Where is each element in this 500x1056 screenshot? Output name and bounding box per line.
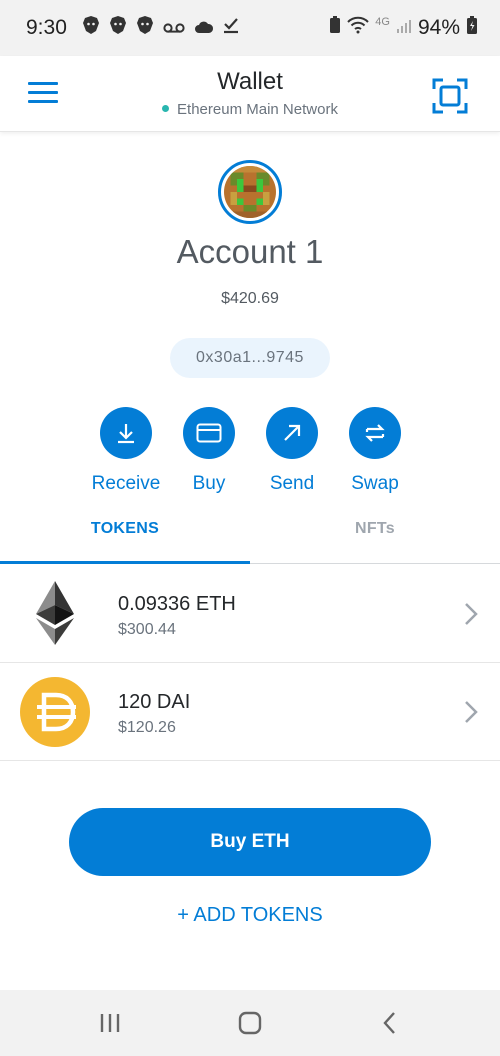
wallet-actions: Receive Buy Send Swap bbox=[0, 407, 500, 497]
account-balance: $420.69 bbox=[221, 290, 279, 307]
send-label: Send bbox=[269, 473, 315, 494]
account-avatar[interactable] bbox=[218, 160, 282, 224]
identicon-icon bbox=[224, 166, 276, 218]
brave-icon bbox=[136, 15, 154, 41]
token-row-dai[interactable]: 120 DAI $120.26 bbox=[0, 663, 500, 761]
buy-eth-button[interactable]: Buy ETH bbox=[69, 808, 431, 876]
swap-icon bbox=[349, 407, 401, 459]
battery-percent: 94% bbox=[417, 16, 460, 39]
battery-charging-icon bbox=[466, 15, 478, 41]
token-amount: 120 DAI bbox=[118, 691, 191, 713]
account-name[interactable]: Account 1 bbox=[0, 233, 500, 271]
account-address-button[interactable]: 0x30a1...9745 bbox=[170, 338, 330, 378]
qr-scan-icon[interactable] bbox=[432, 78, 468, 114]
battery-saver-icon bbox=[329, 16, 341, 40]
network-status-dot bbox=[162, 104, 170, 112]
network-selector[interactable]: Ethereum Main Network bbox=[0, 101, 500, 118]
recent-apps-icon[interactable] bbox=[90, 1008, 130, 1038]
receive-button[interactable]: Receive bbox=[81, 407, 171, 495]
download-done-icon bbox=[223, 16, 239, 40]
chevron-right-icon bbox=[462, 699, 480, 725]
buy-button[interactable]: Buy bbox=[164, 407, 254, 495]
token-fiat-value: $120.26 bbox=[118, 719, 176, 736]
dai-icon bbox=[20, 677, 90, 747]
receive-icon bbox=[100, 407, 152, 459]
cloud-icon bbox=[194, 16, 214, 40]
page-title: Wallet bbox=[217, 68, 283, 95]
brave-icon bbox=[109, 15, 127, 41]
network-type-label: 4G bbox=[375, 16, 390, 28]
swap-button[interactable]: Swap bbox=[330, 407, 420, 495]
brave-icon bbox=[82, 15, 100, 41]
card-icon bbox=[183, 407, 235, 459]
ethereum-icon bbox=[20, 579, 90, 649]
swap-label: Swap bbox=[351, 473, 399, 494]
receive-label: Receive bbox=[91, 473, 161, 494]
send-arrow-icon bbox=[266, 407, 318, 459]
chevron-right-icon bbox=[462, 601, 480, 627]
home-icon[interactable] bbox=[230, 1008, 270, 1038]
tab-nfts[interactable]: NFTs bbox=[250, 494, 500, 564]
token-row-eth[interactable]: 0.09336 ETH $300.44 bbox=[0, 565, 500, 663]
send-button[interactable]: Send bbox=[247, 407, 337, 495]
network-name: Ethereum Main Network bbox=[177, 101, 338, 118]
wifi-icon bbox=[347, 16, 369, 40]
app-header: Wallet Ethereum Main Network bbox=[0, 56, 500, 132]
asset-tabs: TOKENS NFTs bbox=[0, 494, 500, 564]
back-icon[interactable] bbox=[370, 1008, 410, 1038]
add-tokens-link[interactable]: + ADD TOKENS bbox=[0, 904, 500, 927]
status-time: 9:30 bbox=[26, 16, 67, 39]
signal-icon bbox=[396, 16, 412, 40]
status-bar: 9:30 4G 94% bbox=[0, 0, 500, 56]
voicemail-icon bbox=[163, 16, 185, 40]
system-navigation-bar bbox=[0, 990, 500, 1056]
token-fiat-value: $300.44 bbox=[118, 621, 176, 638]
active-tab-indicator bbox=[0, 561, 250, 564]
tab-tokens[interactable]: TOKENS bbox=[0, 494, 250, 564]
token-amount: 0.09336 ETH bbox=[118, 593, 236, 615]
buy-label: Buy bbox=[192, 473, 226, 494]
